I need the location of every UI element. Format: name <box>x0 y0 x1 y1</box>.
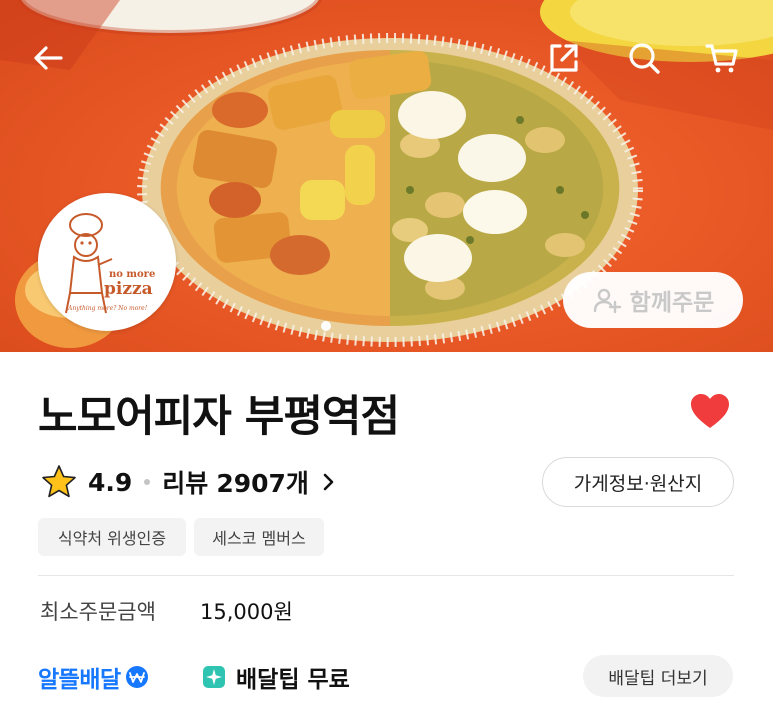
store-logo: no more pizza Anything more? No more! <box>38 193 176 331</box>
won-badge-icon <box>125 666 148 688</box>
delivery-fee-info: 배달팁 무료 <box>202 660 350 694</box>
chevron-right-icon <box>323 473 334 491</box>
min-order-label: 최소주문금액 <box>40 600 156 624</box>
logo-text-line2: pizza <box>104 279 153 299</box>
together-order-label: 함께주문 <box>629 290 715 316</box>
rating-value: 4.9 <box>88 467 133 497</box>
cesco-badge: 세스코 멤버스 <box>194 518 324 556</box>
cart-button[interactable] <box>700 36 744 80</box>
carousel-indicator <box>321 321 331 331</box>
separator-dot <box>144 479 151 485</box>
logo-tagline: Anything more? No more! <box>68 305 148 312</box>
delivery-fee-text: 배달팁 무료 <box>236 667 350 693</box>
divider <box>38 575 734 576</box>
min-order-value: 15,000원 <box>200 600 293 624</box>
share-icon <box>550 44 578 72</box>
delivery-fee-more-button[interactable]: 배달팁 더보기 <box>583 655 733 697</box>
rating-review-link[interactable]: 4.9 리뷰 2907개 <box>40 460 339 504</box>
alddeul-delivery[interactable]: 알뜰배달 <box>38 660 149 694</box>
back-arrow-icon <box>34 46 63 70</box>
person-add-icon <box>593 288 621 314</box>
store-info-button[interactable]: 가게정보·원산지 <box>542 457 734 507</box>
together-order-button[interactable]: 함께주문 <box>563 272 743 328</box>
store-name: 노모어피자 부평역점 <box>38 392 400 442</box>
review-label: 리뷰 <box>162 469 209 498</box>
cart-icon <box>705 44 738 73</box>
review-count: 2907개 <box>216 469 309 498</box>
hygiene-badge: 식약처 위생인증 <box>38 518 186 556</box>
back-button[interactable] <box>26 36 70 80</box>
search-button[interactable] <box>622 36 666 80</box>
share-button[interactable] <box>542 36 586 80</box>
heart-icon[interactable] <box>688 390 732 434</box>
alddeul-label: 알뜰배달 <box>38 667 121 693</box>
search-icon <box>629 43 660 74</box>
star-icon <box>42 465 76 498</box>
hero-banner[interactable]: no more pizza Anything more? No more! 함께… <box>0 0 773 352</box>
sparkle-icon <box>203 666 225 688</box>
